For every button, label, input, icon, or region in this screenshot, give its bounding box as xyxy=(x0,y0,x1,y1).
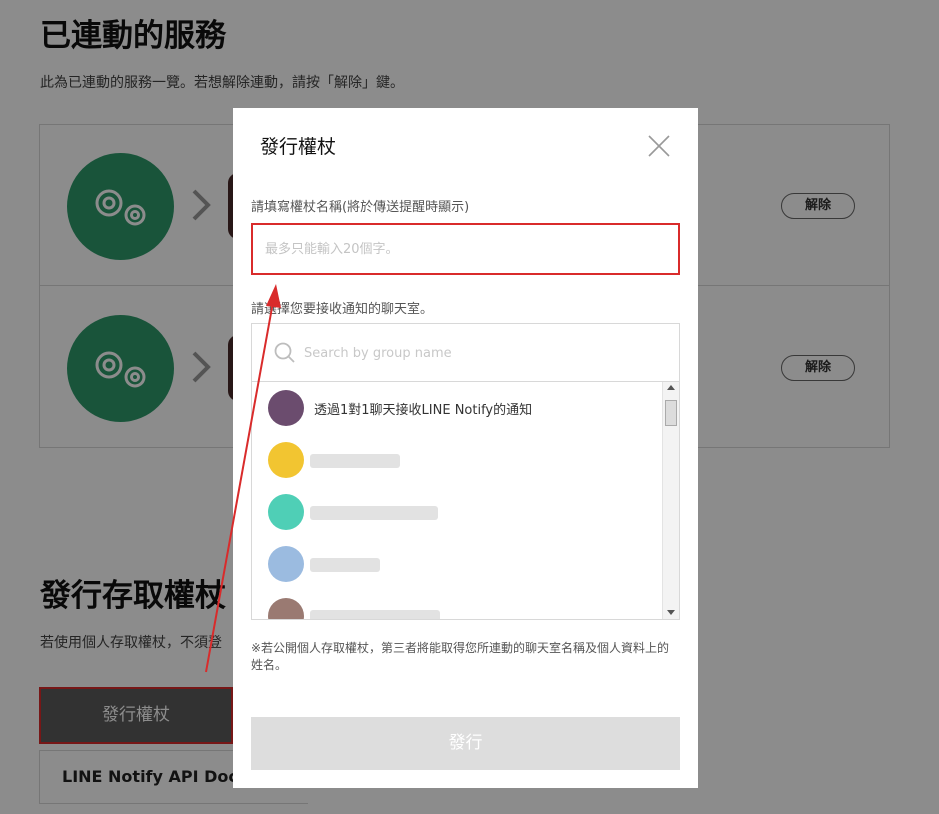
avatar xyxy=(268,598,304,619)
avatar xyxy=(268,390,304,426)
chatroom-label: 請選擇您要接收通知的聊天室。 xyxy=(251,302,434,317)
chatroom-item[interactable] xyxy=(268,590,658,619)
avatar xyxy=(268,546,304,582)
chatroom-list: 透過1對1聊天接收LINE Notify的通知 xyxy=(252,382,662,619)
chatroom-item[interactable]: 透過1對1聊天接收LINE Notify的通知 xyxy=(268,382,658,434)
chatroom-selector: 透過1對1聊天接收LINE Notify的通知 xyxy=(251,323,680,620)
chatroom-search xyxy=(252,324,679,382)
scroll-down-icon[interactable] xyxy=(667,610,675,615)
search-icon xyxy=(274,342,295,363)
group-search-input[interactable] xyxy=(304,340,664,366)
dialog-title: 發行權杖 xyxy=(260,136,337,158)
chatroom-item[interactable] xyxy=(268,434,658,486)
avatar xyxy=(268,442,304,478)
avatar xyxy=(268,494,304,530)
close-icon[interactable] xyxy=(646,133,672,159)
blurred-name xyxy=(310,558,380,572)
blurred-name xyxy=(310,506,438,520)
chatroom-name: 透過1對1聊天接收LINE Notify的通知 xyxy=(314,403,533,418)
token-name-label: 請填寫權杖名稱(將於傳送提醒時顯示) xyxy=(251,200,470,215)
scroll-thumb[interactable] xyxy=(665,400,677,426)
issue-submit-button[interactable]: 發行 xyxy=(251,717,680,770)
token-name-input[interactable] xyxy=(251,223,680,275)
issue-token-dialog: 發行權杖 請填寫權杖名稱(將於傳送提醒時顯示) 請選擇您要接收通知的聊天室。 透… xyxy=(233,108,698,788)
privacy-note: ※若公開個人存取權杖，第三者將能取得您所連動的聊天室名稱及個人資料上的姓名。 xyxy=(251,641,670,672)
chatroom-item[interactable] xyxy=(268,486,658,538)
blurred-name xyxy=(310,454,400,468)
chatroom-item[interactable] xyxy=(268,538,658,590)
chatroom-scrollbar[interactable] xyxy=(662,382,679,619)
scroll-up-icon[interactable] xyxy=(667,385,675,390)
blurred-name xyxy=(310,610,440,619)
